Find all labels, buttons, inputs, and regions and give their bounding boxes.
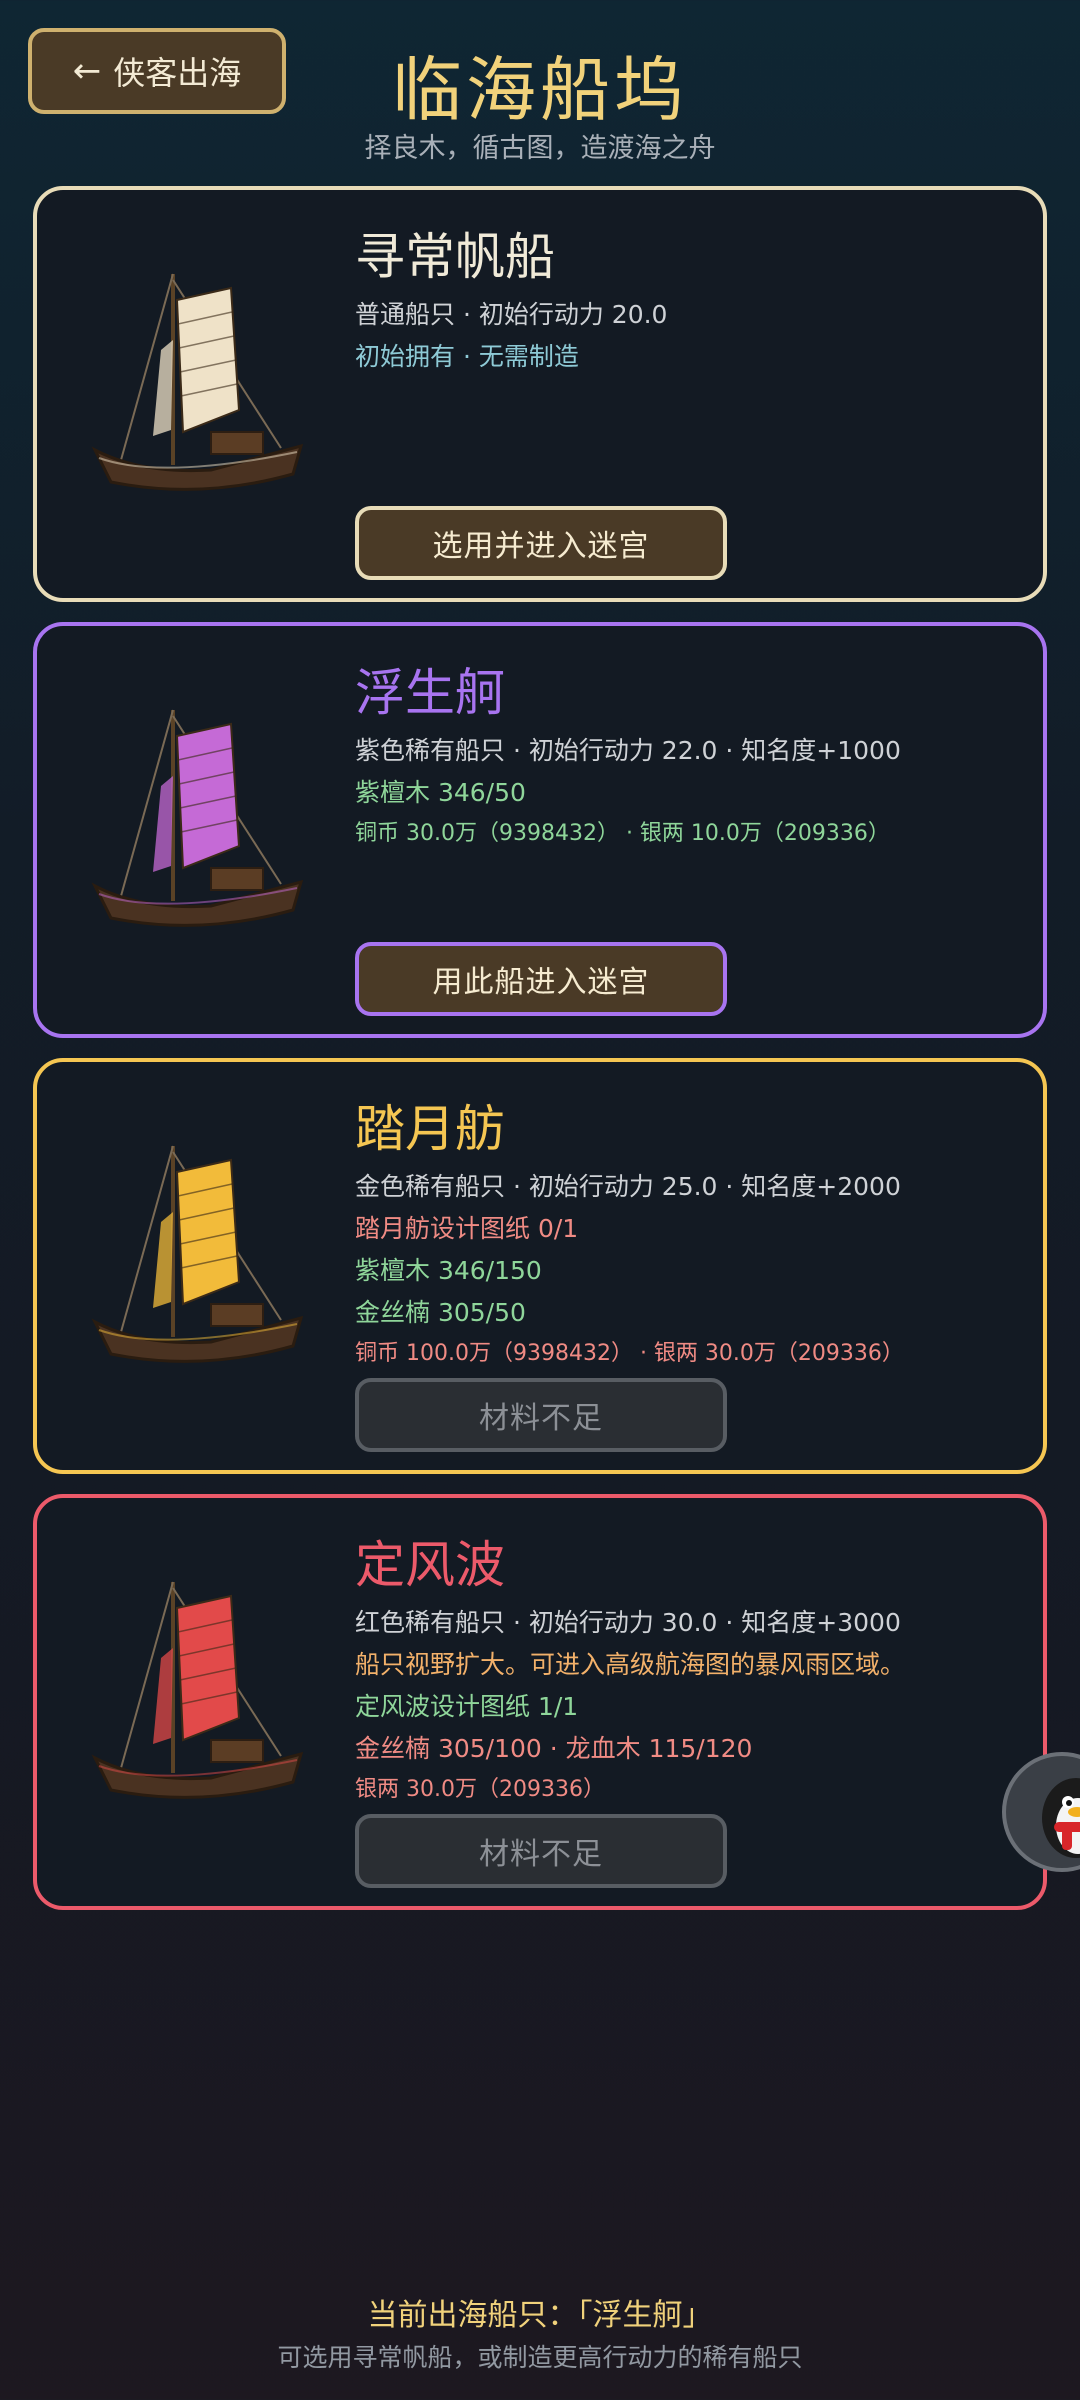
ship-detail-line: 船只视野扩大。可进入高级航海图的暴风雨区域。 bbox=[355, 1650, 906, 1679]
ship-card: 定风波红色稀有船只 · 初始行动力 30.0 · 知名度+3000 船只视野扩大。… bbox=[33, 1494, 1047, 1910]
ship-info: 定风波红色稀有船只 · 初始行动力 30.0 · 知名度+3000 船只视野扩大。… bbox=[355, 1532, 1013, 1810]
ship-detail-line: 铜币 100.0万（9398432） · 银两 30.0万（209336） bbox=[355, 1341, 904, 1366]
enter-maze-button[interactable]: 用此船进入迷宫 bbox=[355, 942, 727, 1016]
ship-detail-line: 金丝楠 305/50 bbox=[355, 1298, 526, 1327]
ship-detail-line: 初始拥有 · 无需制造 bbox=[355, 342, 579, 371]
ship-detail-line: 紫色稀有船只 · 初始行动力 22.0 · 知名度+1000 bbox=[355, 736, 901, 765]
insufficient-materials-button: 材料不足 bbox=[355, 1378, 727, 1452]
ship-detail-line: 银两 30.0万（209336） bbox=[355, 1777, 605, 1802]
ship-image bbox=[91, 273, 304, 491]
ship-name: 寻常帆船 bbox=[355, 228, 555, 286]
ship-card: 寻常帆船普通船只 · 初始行动力 20.0 初始拥有 · 无需制造选用并进入迷宫 bbox=[33, 186, 1047, 602]
page-subtitle: 择良木，循古图，造渡海之舟 bbox=[364, 133, 716, 164]
ship-image bbox=[91, 709, 304, 927]
ship-name: 踏月舫 bbox=[355, 1100, 505, 1158]
ship-card: 踏月舫金色稀有船只 · 初始行动力 25.0 · 知名度+2000 踏月舫设计图纸… bbox=[33, 1058, 1047, 1474]
ship-detail-line: 踏月舫设计图纸 0/1 bbox=[355, 1214, 579, 1243]
insufficient-materials-button: 材料不足 bbox=[355, 1814, 727, 1888]
ship-detail-line: 普通船只 · 初始行动力 20.0 bbox=[355, 300, 668, 329]
ship-detail-line: 定风波设计图纸 1/1 bbox=[355, 1692, 579, 1721]
ship-detail-line: 金丝楠 305/100 · 龙血木 115/120 bbox=[355, 1734, 753, 1763]
ship-name: 浮生舸 bbox=[355, 664, 505, 722]
current-ship-status: 当前出海船只：「浮生舸」 bbox=[367, 2298, 713, 2333]
ship-name: 定风波 bbox=[355, 1536, 505, 1594]
ship-detail-line: 紫檀木 346/150 bbox=[355, 1256, 542, 1285]
ship-card: 浮生舸紫色稀有船只 · 初始行动力 22.0 · 知名度+1000 紫檀木 346… bbox=[33, 622, 1047, 1038]
footer-hint: 可选用寻常帆船，或制造更高行动力的稀有船只 bbox=[277, 2343, 803, 2372]
ship-image bbox=[91, 1145, 304, 1363]
enter-maze-button[interactable]: 选用并进入迷宫 bbox=[355, 506, 727, 580]
ship-info: 踏月舫金色稀有船只 · 初始行动力 25.0 · 知名度+2000 踏月舫设计图纸… bbox=[355, 1096, 1013, 1374]
ship-image bbox=[91, 1581, 304, 1799]
ship-detail-line: 红色稀有船只 · 初始行动力 30.0 · 知名度+3000 bbox=[355, 1608, 901, 1637]
ship-detail-line: 紫檀木 346/50 bbox=[355, 778, 526, 807]
page-title: 临海船坞 bbox=[392, 49, 688, 131]
ship-detail-line: 金色稀有船只 · 初始行动力 25.0 · 知名度+2000 bbox=[355, 1172, 901, 1201]
ship-info: 寻常帆船普通船只 · 初始行动力 20.0 初始拥有 · 无需制造 bbox=[355, 224, 1013, 378]
ship-detail-line: 铜币 30.0万（9398432） · 银两 10.0万（209336） bbox=[355, 821, 890, 846]
ship-info: 浮生舸紫色稀有船只 · 初始行动力 22.0 · 知名度+1000 紫檀木 346… bbox=[355, 660, 1013, 854]
